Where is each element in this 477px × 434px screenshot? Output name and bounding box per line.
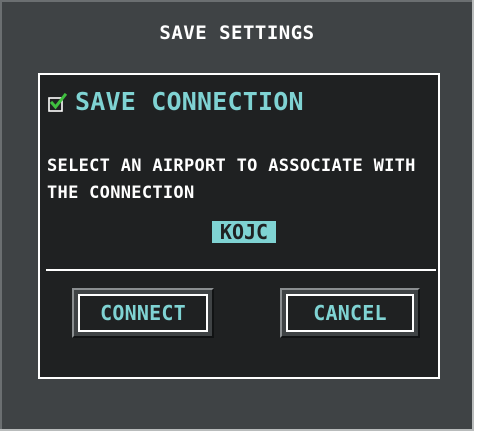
cancel-button[interactable]: CANCEL (280, 288, 420, 338)
connect-button-label: CONNECT (78, 294, 208, 332)
connect-button[interactable]: CONNECT (72, 288, 214, 338)
save-settings-dialog: SAVE SETTINGS SAVE CONNECTION SELECT AN … (0, 0, 474, 431)
save-connection-checkbox[interactable] (48, 92, 68, 112)
dialog-title: SAVE SETTINGS (159, 22, 315, 44)
divider (46, 269, 436, 271)
save-connection-label[interactable]: SAVE CONNECTION (75, 87, 304, 116)
instruction-text: SELECT AN AIRPORT TO ASSOCIATE WITH THE … (47, 156, 416, 203)
checkmark-icon (48, 92, 68, 112)
cancel-button-label: CANCEL (286, 294, 414, 332)
settings-panel: SAVE CONNECTION SELECT AN AIRPORT TO ASS… (38, 73, 440, 379)
airport-field[interactable]: KOJC (212, 221, 276, 243)
